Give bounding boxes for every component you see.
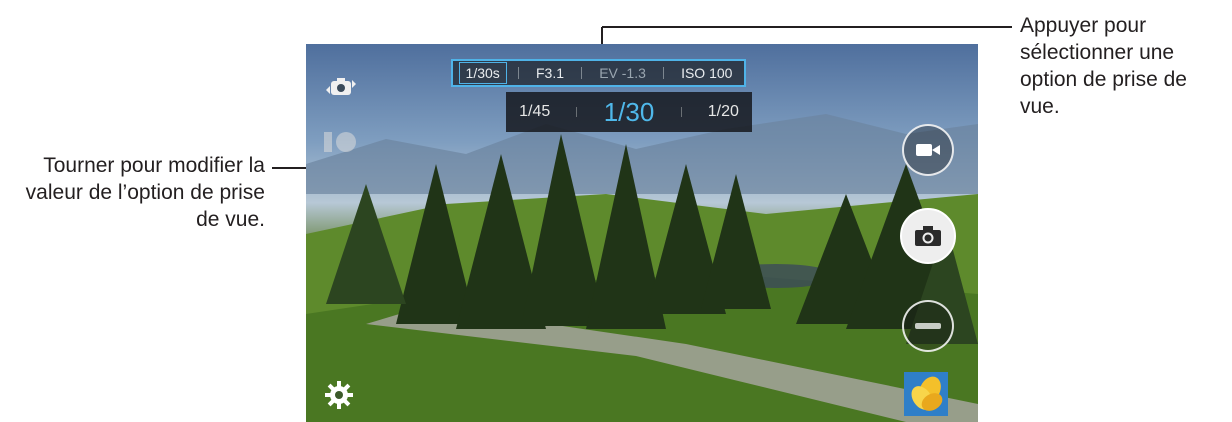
dial-next-value[interactable]: 1/20 (708, 103, 739, 121)
separator (517, 67, 519, 79)
dial-tick (680, 107, 682, 117)
video-record-button[interactable] (902, 124, 954, 176)
option-aperture[interactable]: F3.1 (530, 62, 570, 84)
option-shutter-speed[interactable]: 1/30s (458, 62, 507, 84)
gear-icon[interactable] (324, 380, 354, 410)
shooting-mode-icon[interactable] (320, 122, 364, 162)
annotation-rotate-value: Tourner pour modifier la valeur de l’opt… (25, 154, 265, 231)
option-iso[interactable]: ISO 100 (675, 62, 738, 84)
dial-current-value: 1/30 (603, 96, 655, 127)
video-camera-icon (916, 144, 940, 156)
gallery-thumbnail[interactable] (904, 372, 948, 416)
option-exposure[interactable]: EV -1.3 (593, 62, 652, 84)
dial-tick (576, 107, 578, 117)
camera-viewfinder[interactable]: 1/30s F3.1 EV -1.3 ISO 100 1/45 1/30 1/2… (306, 44, 978, 422)
camera-switch-icon[interactable] (324, 74, 358, 100)
camera-icon (915, 226, 941, 246)
dial-prev-value[interactable]: 1/45 (519, 103, 550, 121)
separator (581, 67, 583, 79)
shutter-button[interactable] (900, 208, 956, 264)
mode-button[interactable] (902, 300, 954, 352)
separator (662, 67, 664, 79)
annotation-select-option: Appuyer pour sélectionner une option de … (1020, 14, 1187, 118)
mode-label-placeholder (915, 323, 941, 329)
camera-screen-figure: Appuyer pour sélectionner une option de … (0, 0, 1232, 422)
shooting-options-bar: 1/30s F3.1 EV -1.3 ISO 100 (451, 59, 746, 87)
value-dial[interactable]: 1/45 1/30 1/20 (506, 92, 752, 132)
